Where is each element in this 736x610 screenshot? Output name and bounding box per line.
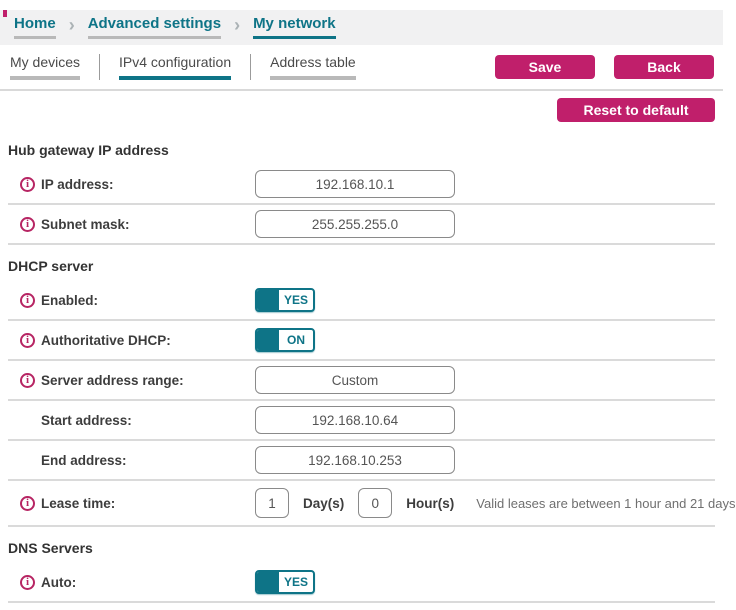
tab-ipv4-configuration[interactable]: IPv4 configuration xyxy=(119,55,232,80)
section-title-dhcp: DHCP server xyxy=(8,258,94,274)
lease-days-unit: Day(s) xyxy=(303,495,345,511)
tab-address-table[interactable]: Address table xyxy=(270,55,356,80)
authoritative-dhcp-toggle[interactable]: ON xyxy=(255,328,315,352)
toggle-knob xyxy=(257,290,279,310)
dhcp-enabled-label: Enabled: xyxy=(41,292,99,308)
toggle-knob xyxy=(257,572,279,592)
lease-days-input[interactable] xyxy=(255,488,289,518)
toggle-knob xyxy=(257,330,279,350)
server-address-range-select[interactable] xyxy=(255,366,455,394)
breadcrumb: Home › Advanced settings › My network xyxy=(0,10,723,45)
breadcrumb-home[interactable]: Home xyxy=(14,16,56,39)
chevron-right-icon: › xyxy=(234,15,241,35)
authoritative-dhcp-label: Authoritative DHCP: xyxy=(41,332,171,348)
dns-auto-row: i Auto: YES xyxy=(8,563,715,603)
lease-time-row: i Lease time: Day(s) Hour(s) Valid lease… xyxy=(8,481,735,527)
tab-my-devices[interactable]: My devices xyxy=(10,55,81,80)
lease-time-label: Lease time: xyxy=(41,495,116,511)
authoritative-dhcp-row: i Authoritative DHCP: ON xyxy=(8,321,715,361)
info-icon[interactable]: i xyxy=(20,574,35,590)
tab-bar: My devices IPv4 configuration Address ta… xyxy=(0,45,736,89)
info-icon[interactable]: i xyxy=(20,216,35,232)
info-icon[interactable]: i xyxy=(20,332,35,348)
info-icon[interactable]: i xyxy=(20,292,35,308)
server-address-range-row: i Server address range: xyxy=(8,361,715,401)
section-title-dns: DNS Servers xyxy=(8,540,93,556)
ip-address-label: IP address: xyxy=(41,176,114,192)
end-address-row: End address: xyxy=(8,441,715,481)
save-button[interactable]: Save xyxy=(495,55,595,79)
start-address-row: Start address: xyxy=(8,401,715,441)
reset-to-default-button[interactable]: Reset to default xyxy=(557,98,715,122)
page-edge-mark xyxy=(3,10,7,17)
ipv4-configuration-page: Home › Advanced settings › My network My… xyxy=(0,10,736,610)
server-address-range-label: Server address range: xyxy=(41,372,184,388)
tab-separator xyxy=(99,54,101,80)
toggle-state-label: ON xyxy=(287,333,305,347)
info-icon[interactable]: i xyxy=(20,495,35,511)
info-icon[interactable]: i xyxy=(20,176,35,192)
tab-separator xyxy=(250,54,252,80)
lease-hours-unit: Hour(s) xyxy=(406,495,455,511)
toggle-state-label: YES xyxy=(283,293,308,307)
lease-hours-input[interactable] xyxy=(358,488,393,518)
back-button[interactable]: Back xyxy=(614,55,714,79)
reset-row: Reset to default xyxy=(8,91,715,129)
form-content: Reset to default Hub gateway IP address … xyxy=(0,91,735,603)
subnet-mask-label: Subnet mask: xyxy=(41,216,130,232)
info-icon[interactable]: i xyxy=(20,372,35,388)
subnet-mask-row: i Subnet mask: xyxy=(8,205,715,245)
ip-address-input[interactable] xyxy=(255,170,455,198)
end-address-label: End address: xyxy=(41,452,127,468)
start-address-label: Start address: xyxy=(41,412,132,428)
subnet-mask-input[interactable] xyxy=(255,210,455,238)
dns-auto-label: Auto: xyxy=(41,574,77,590)
toggle-state-label: YES xyxy=(283,575,308,589)
action-buttons: Save Back xyxy=(495,55,714,79)
breadcrumb-my-network[interactable]: My network xyxy=(253,16,336,39)
breadcrumb-advanced-settings[interactable]: Advanced settings xyxy=(87,16,222,39)
section-title-hub-gateway: Hub gateway IP address xyxy=(8,142,169,158)
ip-address-row: i IP address: xyxy=(8,165,715,205)
dns-auto-toggle[interactable]: YES xyxy=(255,570,315,594)
end-address-input[interactable] xyxy=(255,446,455,474)
dhcp-enabled-row: i Enabled: YES xyxy=(8,281,715,321)
dhcp-enabled-toggle[interactable]: YES xyxy=(255,288,315,312)
start-address-input[interactable] xyxy=(255,406,455,434)
lease-time-hint: Valid leases are between 1 hour and 21 d… xyxy=(476,495,736,511)
chevron-right-icon: › xyxy=(68,15,75,35)
